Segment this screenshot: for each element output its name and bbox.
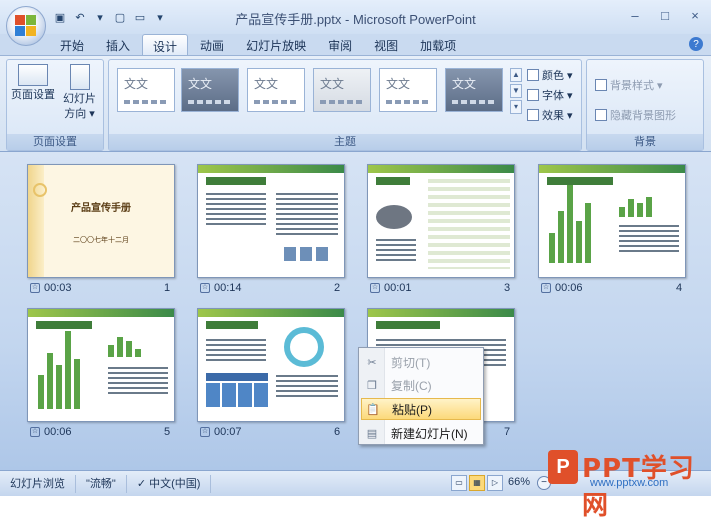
themes-group: 文文 文文 文文 文文 文文 文文 ▲ ▼ ▾ 颜色 ▾ 字体 ▾ 效果 ▾ 主… bbox=[108, 59, 582, 151]
page-setup-group-label: 页面设置 bbox=[7, 134, 103, 150]
spellcheck-icon: ✓ bbox=[136, 477, 150, 490]
slide-1-number: 1 bbox=[164, 282, 171, 294]
slide-thumbnail-4[interactable] bbox=[538, 164, 686, 278]
colors-icon bbox=[527, 69, 539, 81]
tab-review[interactable]: 审阅 bbox=[318, 34, 362, 56]
ribbon-tabs: 开始 插入 设计 动画 幻灯片放映 审阅 视图 加载项 bbox=[50, 34, 466, 56]
tab-animations[interactable]: 动画 bbox=[190, 34, 234, 56]
tab-slide-show[interactable]: 幻灯片放映 bbox=[236, 34, 316, 56]
cut-menu-item[interactable]: ✂ 剪切(T) bbox=[361, 351, 481, 373]
theme-fonts-button[interactable]: 字体 ▾ bbox=[527, 87, 573, 103]
context-menu: ✂ 剪切(T) ❐ 复制(C) 📋 粘贴(P) ▤ 新建幻灯片(N) bbox=[358, 347, 484, 445]
zoom-level[interactable]: 66% bbox=[508, 476, 530, 488]
transition-icon: ☆ bbox=[30, 427, 40, 437]
slide-2-number: 2 bbox=[334, 282, 341, 294]
tab-view[interactable]: 视图 bbox=[364, 34, 408, 56]
help-icon[interactable]: ? bbox=[689, 37, 703, 51]
office-button[interactable] bbox=[6, 6, 46, 46]
fonts-icon bbox=[527, 89, 539, 101]
slide-3-number: 3 bbox=[504, 282, 511, 294]
slide-thumbnail-6[interactable] bbox=[197, 308, 345, 422]
theme-colors-button[interactable]: 颜色 ▾ bbox=[527, 67, 573, 83]
transition-icon: ☆ bbox=[200, 427, 210, 437]
powerpoint-window: ▣ ↶ ▾ ▢ ▭ ▾ 产品宣传手册.pptx - Microsoft Powe… bbox=[0, 0, 711, 521]
slide-5-number: 5 bbox=[164, 426, 171, 438]
slide-thumbnail-3[interactable] bbox=[367, 164, 515, 278]
slide-4-number: 4 bbox=[676, 282, 683, 294]
slide-2-timing: ☆ 00:14 bbox=[200, 282, 242, 294]
theme-effects-button[interactable]: 效果 ▾ bbox=[527, 107, 573, 123]
minimize-button[interactable]: – bbox=[625, 6, 645, 24]
new-slide-icon: ▤ bbox=[366, 427, 378, 440]
status-theme-name: "流畅" bbox=[76, 474, 127, 493]
window-controls: – □ × bbox=[625, 6, 705, 24]
tab-design[interactable]: 设计 bbox=[142, 34, 189, 56]
new-slide-menu-item[interactable]: ▤ 新建幻灯片(N) bbox=[361, 422, 481, 444]
slide-thumbnail-5[interactable] bbox=[27, 308, 175, 422]
slide-6-timing: ☆ 00:07 bbox=[200, 426, 242, 438]
title-bar: ▣ ↶ ▾ ▢ ▭ ▾ 产品宣传手册.pptx - Microsoft Powe… bbox=[0, 0, 711, 34]
background-group: 背景样式 ▾ 隐藏背景图形 背景 bbox=[586, 59, 704, 151]
background-group-label: 背景 bbox=[587, 134, 703, 150]
slide-1-timing: ☆ 00:03 bbox=[30, 282, 72, 294]
theme-tile[interactable]: 文文 bbox=[379, 68, 437, 112]
slide-orientation-icon bbox=[69, 64, 90, 90]
theme-tile[interactable]: 文文 bbox=[247, 68, 305, 112]
close-button[interactable]: × bbox=[685, 6, 705, 24]
theme-gallery-scroll: ▲ ▼ ▾ bbox=[510, 68, 522, 114]
slide-thumbnail-2[interactable] bbox=[197, 164, 345, 278]
scroll-up-icon[interactable]: ▲ bbox=[510, 68, 522, 82]
slide-5-timing: ☆ 00:06 bbox=[30, 426, 72, 438]
theme-tile[interactable]: 文文 bbox=[181, 68, 239, 112]
scroll-down-icon[interactable]: ▼ bbox=[510, 84, 522, 98]
transition-icon: ☆ bbox=[370, 283, 380, 293]
transition-icon: ☆ bbox=[541, 283, 551, 293]
themes-group-label: 主题 bbox=[109, 134, 581, 150]
background-styles-button[interactable]: 背景样式 ▾ bbox=[595, 77, 663, 93]
theme-tile[interactable]: 文文 bbox=[445, 68, 503, 112]
scissors-icon: ✂ bbox=[367, 356, 377, 369]
page-setup-group: 页面设置 幻灯片 方向 ▾ 页面设置 bbox=[6, 59, 104, 151]
copy-menu-item[interactable]: ❐ 复制(C) bbox=[361, 374, 481, 396]
window-title: 产品宣传手册.pptx - Microsoft PowerPoint bbox=[235, 12, 476, 27]
gallery-more-icon[interactable]: ▾ bbox=[510, 100, 522, 114]
slide-7-number: 7 bbox=[504, 426, 511, 438]
checkbox-icon bbox=[595, 109, 607, 121]
watermark-url: www.pptxw.com bbox=[590, 477, 669, 489]
tab-insert[interactable]: 插入 bbox=[96, 34, 140, 56]
view-buttons: ▭ ▦ ▷ bbox=[451, 475, 503, 491]
slide-sorter: 产品宣传手册 二〇〇七年十二月 ☆ 00:03 1 ☆ 00:14 2 ☆ 00:01… bbox=[0, 152, 711, 470]
copy-icon: ❐ bbox=[367, 379, 377, 392]
theme-tile[interactable]: 文文 bbox=[313, 68, 371, 112]
tab-home[interactable]: 开始 bbox=[50, 34, 94, 56]
transition-icon: ☆ bbox=[30, 283, 40, 293]
normal-view-icon[interactable]: ▭ bbox=[451, 475, 467, 491]
status-view-name: 幻灯片浏览 bbox=[0, 474, 76, 493]
status-language[interactable]: ✓ 中文(中国) bbox=[127, 474, 212, 493]
hide-background-graphics-checkbox[interactable]: 隐藏背景图形 bbox=[595, 107, 676, 123]
slide-show-view-icon[interactable]: ▷ bbox=[487, 475, 503, 491]
slide-1-subtitle: 二〇〇七年十二月 bbox=[73, 237, 129, 244]
theme-tile[interactable]: 文文 bbox=[117, 68, 175, 112]
paste-icon: 📋 bbox=[366, 403, 380, 416]
transition-icon: ☆ bbox=[200, 283, 210, 293]
office-logo-icon bbox=[15, 15, 37, 37]
slide-sorter-view-icon[interactable]: ▦ bbox=[469, 475, 485, 491]
effects-icon bbox=[527, 109, 539, 121]
slide-4-timing: ☆ 00:06 bbox=[541, 282, 583, 294]
slide-3-timing: ☆ 00:01 bbox=[370, 282, 412, 294]
watermark-logo: P bbox=[548, 450, 578, 484]
page-setup-icon bbox=[18, 64, 48, 86]
tab-add-ins[interactable]: 加载项 bbox=[410, 34, 466, 56]
page-setup-button[interactable]: 页面设置 bbox=[11, 64, 55, 103]
background-styles-icon bbox=[595, 79, 607, 91]
paste-menu-item[interactable]: 📋 粘贴(P) bbox=[361, 398, 481, 420]
slide-thumbnail-1[interactable]: 产品宣传手册 二〇〇七年十二月 bbox=[27, 164, 175, 278]
slide-6-number: 6 bbox=[334, 426, 341, 438]
slide-orientation-button[interactable]: 幻灯片 方向 ▾ bbox=[63, 64, 96, 122]
ribbon: 页面设置 幻灯片 方向 ▾ 页面设置 文文 文文 文文 文文 文文 文文 ▲ ▼… bbox=[0, 55, 711, 152]
maximize-button[interactable]: □ bbox=[655, 6, 675, 24]
slide-1-title: 产品宣传手册 bbox=[71, 203, 131, 214]
